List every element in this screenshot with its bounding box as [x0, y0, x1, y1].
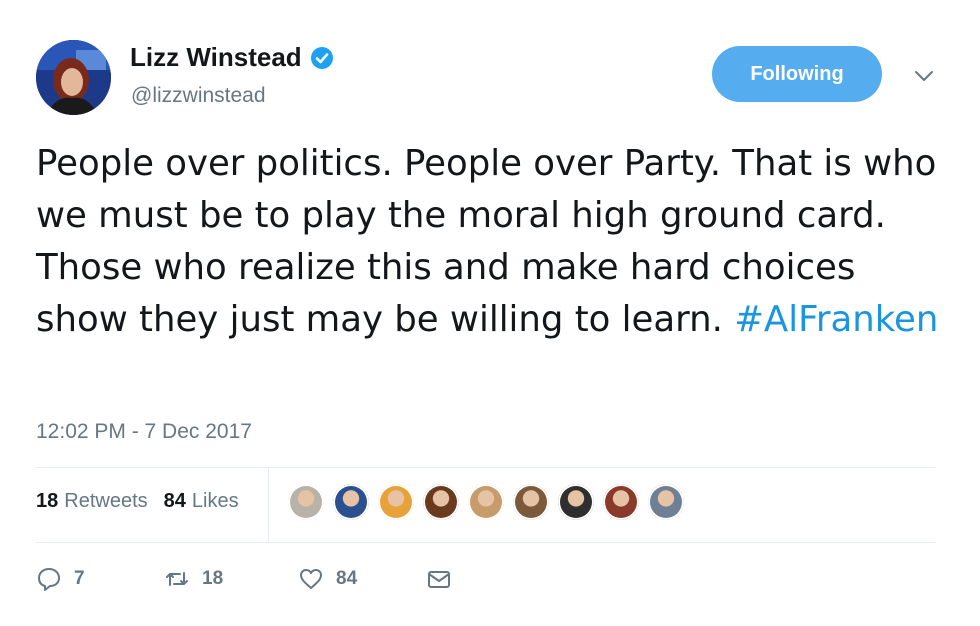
- liker-avatar[interactable]: [288, 484, 324, 520]
- direct-message-button[interactable]: [426, 566, 464, 592]
- chevron-down-icon[interactable]: [912, 64, 936, 88]
- tweet-timestamp[interactable]: 12:02 PM - 7 Dec 2017: [36, 420, 252, 444]
- divider-bottom: [36, 542, 936, 543]
- liker-avatars: [288, 484, 693, 520]
- like-button[interactable]: 84: [298, 566, 357, 592]
- tweet-actions: 7 18 84: [36, 566, 936, 596]
- engagement-stats: 18 Retweets 84 Likes: [36, 490, 239, 513]
- verified-badge-icon: [310, 46, 333, 69]
- divider-top: [36, 467, 936, 468]
- retweet-icon: [166, 572, 188, 586]
- liker-avatar[interactable]: [333, 484, 369, 520]
- tweet-text: People over politics. People over Party.…: [36, 138, 951, 346]
- liker-avatar[interactable]: [468, 484, 504, 520]
- liker-avatar[interactable]: [558, 484, 594, 520]
- reply-button[interactable]: 7: [36, 566, 85, 592]
- retweets-stat[interactable]: 18 Retweets: [36, 490, 148, 513]
- liker-avatar[interactable]: [378, 484, 414, 520]
- reply-icon: [38, 568, 60, 591]
- retweets-label: Retweets: [64, 490, 148, 512]
- like-count: 84: [336, 568, 358, 589]
- retweets-count: 18: [36, 490, 59, 512]
- liker-avatar[interactable]: [603, 484, 639, 520]
- liker-avatar[interactable]: [513, 484, 549, 520]
- stats-separator: [268, 468, 269, 542]
- retweet-button[interactable]: 18: [164, 566, 223, 592]
- hashtag-link[interactable]: #AlFranken: [734, 299, 938, 340]
- envelope-icon: [428, 571, 450, 588]
- liker-avatar[interactable]: [423, 484, 459, 520]
- avatar-image: [36, 40, 111, 115]
- likes-stat[interactable]: 84 Likes: [164, 490, 239, 513]
- reply-count: 7: [74, 568, 85, 589]
- likes-label: Likes: [191, 490, 239, 512]
- avatar[interactable]: [36, 40, 111, 115]
- likes-count: 84: [163, 490, 186, 512]
- liker-avatar[interactable]: [648, 484, 684, 520]
- author-name[interactable]: Lizz Winstead: [130, 42, 302, 73]
- heart-icon: [300, 569, 322, 589]
- retweet-count: 18: [202, 568, 224, 589]
- author-handle[interactable]: @lizzwinstead: [131, 84, 266, 108]
- following-button[interactable]: Following: [712, 46, 882, 102]
